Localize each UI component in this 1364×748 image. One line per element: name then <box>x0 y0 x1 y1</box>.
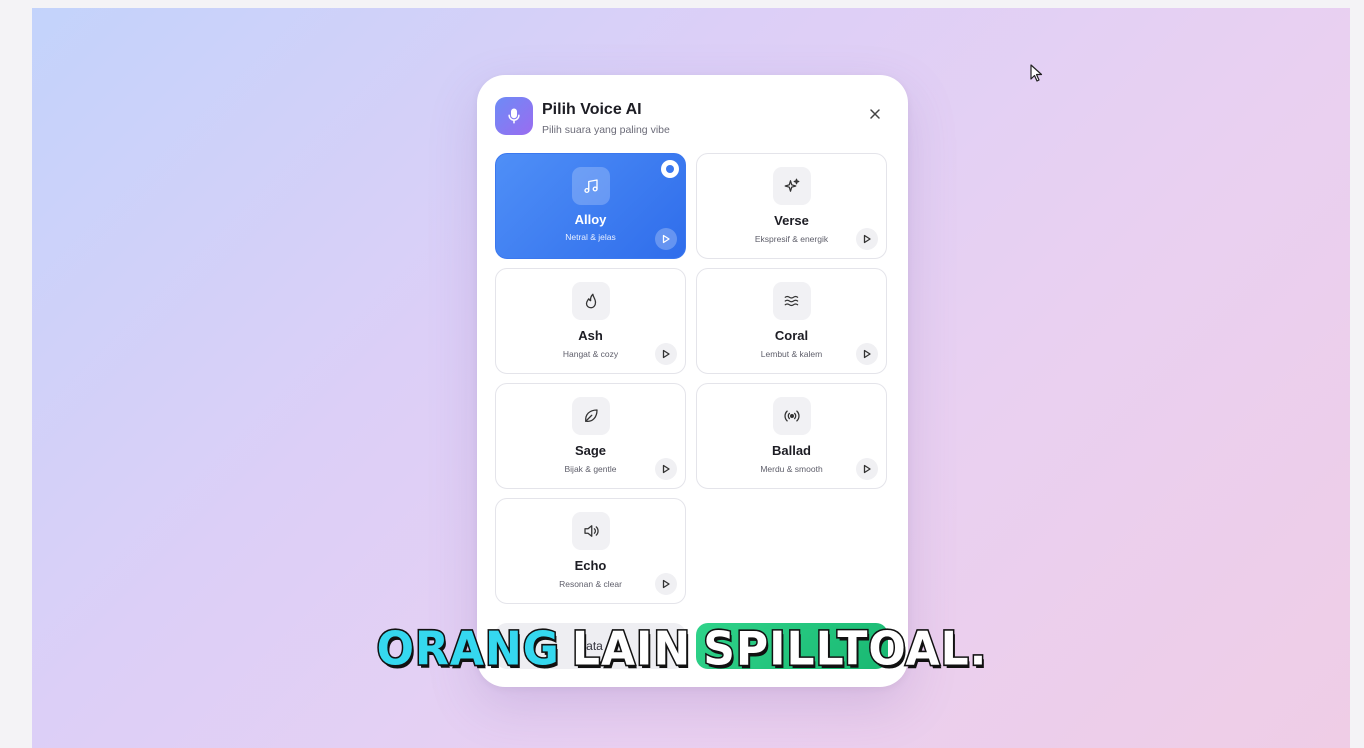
selected-indicator <box>661 160 679 178</box>
subtitle-caption: ORANG LAIN SPILLTOAL. <box>0 621 1364 678</box>
modal-header: Pilih Voice AI Pilih suara yang paling v… <box>495 97 890 137</box>
sparkles-icon <box>772 167 811 205</box>
play-preview-button[interactable] <box>856 228 878 250</box>
close-icon <box>870 109 880 119</box>
play-preview-button[interactable] <box>655 228 677 250</box>
voice-name: Ash <box>578 328 603 343</box>
play-preview-button[interactable] <box>856 343 878 365</box>
voice-card-verse[interactable]: Verse Ekspresif & energik <box>696 153 887 259</box>
voice-name: Ballad <box>771 443 811 458</box>
caption-word: SPILLTOAL. <box>702 621 988 678</box>
music-note-icon <box>571 167 610 205</box>
mouse-cursor-icon <box>1030 64 1043 82</box>
play-preview-button[interactable] <box>655 458 677 480</box>
voice-card-alloy[interactable]: Alloy Netral & jelas <box>495 153 686 259</box>
play-icon <box>662 579 670 589</box>
caption-highlight-word: ORANG <box>375 621 560 678</box>
voice-name: Echo <box>574 558 607 573</box>
play-preview-button[interactable] <box>655 573 677 595</box>
speaker-icon <box>571 512 610 550</box>
voice-grid: Alloy Netral & jelas Verse Ekspresif & e… <box>495 153 888 604</box>
close-button[interactable] <box>862 101 888 127</box>
flame-icon <box>571 282 610 320</box>
play-icon <box>662 464 670 474</box>
voice-name: Coral <box>774 328 809 343</box>
voice-picker-modal: Pilih Voice AI Pilih suara yang paling v… <box>477 75 908 687</box>
play-icon <box>863 349 871 359</box>
leaf-icon <box>571 397 610 435</box>
modal-title: Pilih Voice AI <box>542 101 642 118</box>
play-icon <box>863 234 871 244</box>
voice-card-ash[interactable]: Ash Hangat & cozy <box>495 268 686 374</box>
modal-subtitle: Pilih suara yang paling vibe <box>542 124 670 136</box>
play-preview-button[interactable] <box>655 343 677 365</box>
caption-word: LAIN <box>570 621 692 678</box>
voice-name: Alloy <box>574 212 607 227</box>
waves-icon <box>772 282 811 320</box>
play-preview-button[interactable] <box>856 458 878 480</box>
voice-name: Verse <box>774 213 809 228</box>
voice-name: Sage <box>574 443 607 458</box>
voice-card-echo[interactable]: Echo Resonan & clear <box>495 498 686 604</box>
voice-card-sage[interactable]: Sage Bijak & gentle <box>495 383 686 489</box>
voice-card-ballad[interactable]: Ballad Merdu & smooth <box>696 383 887 489</box>
play-icon <box>662 349 670 359</box>
voice-card-coral[interactable]: Coral Lembut & kalem <box>696 268 887 374</box>
radio-waves-icon <box>772 397 811 435</box>
play-icon <box>863 464 871 474</box>
play-icon <box>662 234 670 244</box>
microphone-icon <box>495 97 533 135</box>
